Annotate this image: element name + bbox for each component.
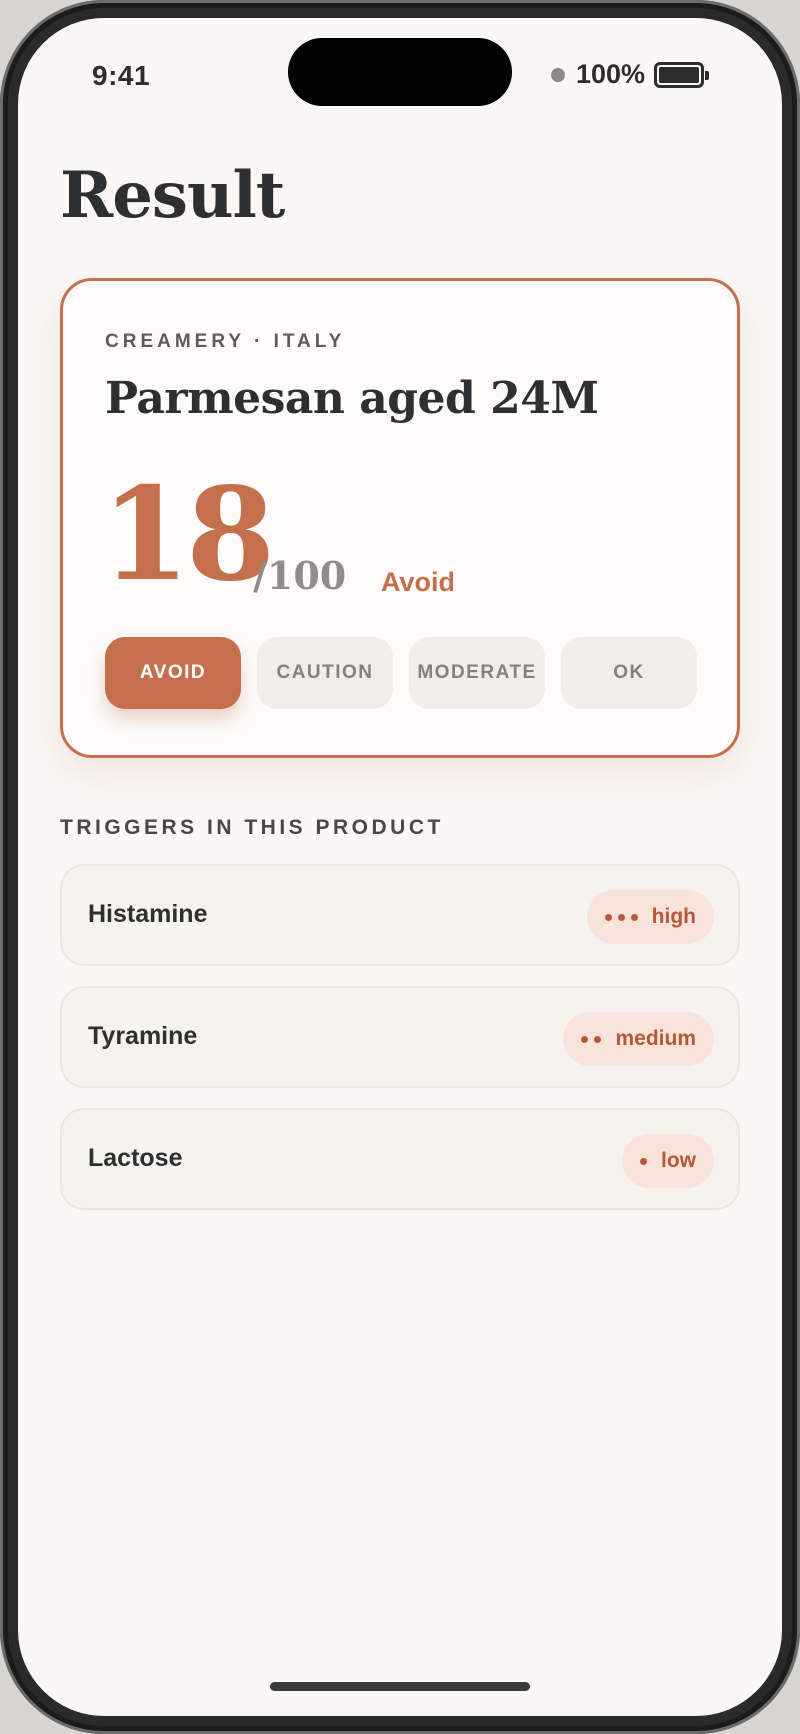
battery-icon xyxy=(654,62,709,88)
triggers-heading: TRIGGERS IN THIS PRODUCT xyxy=(60,816,444,839)
trigger-row-tyramine[interactable]: Tyramine medium xyxy=(60,986,740,1088)
trigger-level-badge: high xyxy=(586,890,714,944)
home-indicator[interactable] xyxy=(270,1682,530,1691)
trigger-row-histamine[interactable]: Histamine high xyxy=(60,864,740,966)
screen: 9:41 100% Result CREAMERY · ITALY Parmes… xyxy=(18,18,782,1716)
status-time: 9:41 xyxy=(92,60,151,91)
trigger-level-label: low xyxy=(661,1149,696,1172)
level-caution-button[interactable]: CAUTION xyxy=(257,637,393,709)
product-origin: CREAMERY · ITALY xyxy=(105,331,346,352)
level-dots-icon xyxy=(640,1157,647,1165)
trigger-level-label: medium xyxy=(615,1027,696,1050)
level-dots-icon xyxy=(581,1035,602,1043)
trigger-level-badge: low xyxy=(622,1134,714,1188)
level-ok-button[interactable]: OK xyxy=(561,637,697,709)
dynamic-island xyxy=(288,38,512,106)
level-dots-icon xyxy=(604,913,638,921)
trigger-row-lactose[interactable]: Lactose low xyxy=(60,1108,740,1210)
battery-percent: 100% xyxy=(576,59,646,89)
phone-frame: 9:41 100% Result CREAMERY · ITALY Parmes… xyxy=(0,0,800,1734)
trigger-level-label: high xyxy=(651,905,696,928)
page-title: Result xyxy=(60,158,285,233)
score-max: /100 xyxy=(253,553,347,598)
result-card: CREAMERY · ITALY Parmesan aged 24M 18 /1… xyxy=(60,278,740,758)
score-verdict: Avoid xyxy=(381,567,455,597)
trigger-level-badge: medium xyxy=(563,1012,714,1066)
level-selector: AVOID CAUTION MODERATE OK xyxy=(105,637,697,709)
product-name: Parmesan aged 24M xyxy=(105,373,599,424)
level-moderate-button[interactable]: MODERATE xyxy=(409,637,545,709)
level-avoid-button[interactable]: AVOID xyxy=(105,637,241,709)
privacy-indicator-icon xyxy=(551,68,565,82)
trigger-name: Histamine xyxy=(88,900,208,928)
trigger-name: Lactose xyxy=(88,1144,183,1172)
score-value: 18 xyxy=(101,460,275,610)
trigger-name: Tyramine xyxy=(88,1022,198,1050)
